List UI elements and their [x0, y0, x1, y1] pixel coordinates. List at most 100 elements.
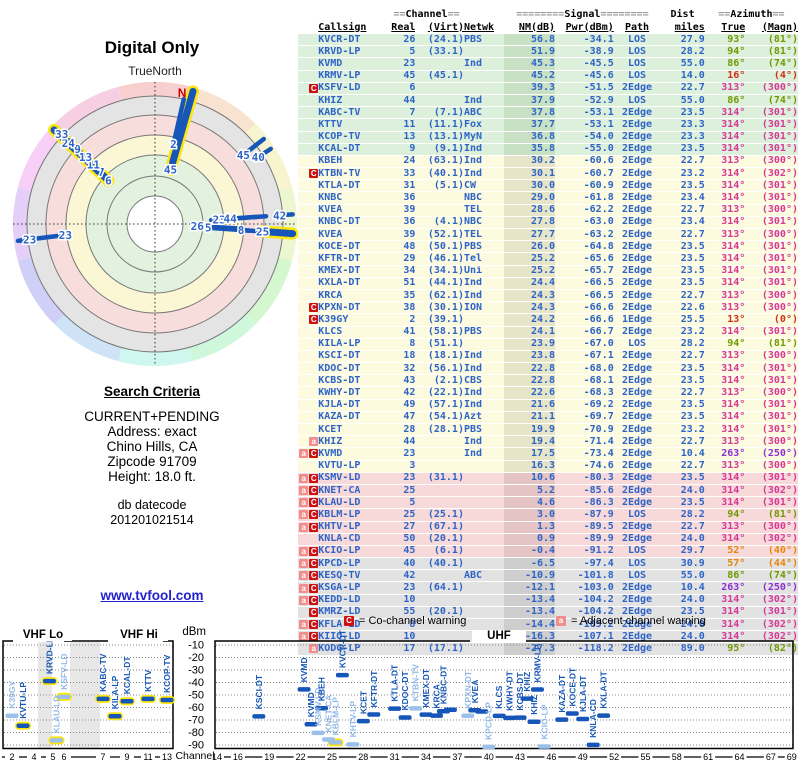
signal-point-label: KNLA-CD [588, 699, 598, 738]
real-channel: 24 [389, 156, 416, 169]
distance-miles: 23.5 [660, 412, 705, 424]
path: 2Edge [613, 387, 661, 400]
virtual-channel: (13.1) [415, 132, 464, 144]
table-row: KJLA-DT 49 (57.1) Ind 21.6 -69.2 2Edge 23.5 314°… [298, 399, 798, 412]
signal-point-label: KHIZ [522, 672, 532, 692]
azimuth-true: 314° [704, 278, 746, 290]
azimuth-true: 314° [704, 144, 746, 156]
virtual-channel: (18.1) [415, 351, 464, 364]
network: Ind [463, 436, 505, 449]
virtual-channel: (11.1) [415, 119, 464, 132]
callsign: KNLA-CD [318, 534, 390, 546]
radar-channel-label: 8 [238, 224, 245, 237]
callsign: KTLA-DT [318, 180, 390, 193]
virtual-channel: (4.1) [415, 217, 464, 229]
virtual-channel: (33.1) [415, 46, 464, 59]
distance-miles: 27.9 [660, 34, 705, 47]
table-row: KILA-LP 8 (51.1) 23.9 -67.0 LOS 28.2 94° (81°) [298, 338, 798, 351]
tvfool-link[interactable]: www.tvfool.com [100, 588, 203, 603]
azimuth-true: 313° [704, 461, 746, 473]
power-dbm: -51.5 [555, 83, 614, 95]
x-tick-label: 28 [358, 752, 368, 762]
nm-db: 25.2 [504, 253, 556, 266]
callsign: KSGA-LP [318, 582, 390, 595]
signal-bar [443, 707, 457, 713]
real-channel: 49 [389, 400, 416, 412]
network: Ind [463, 144, 505, 156]
co-channel-warning-icon: C [309, 303, 319, 313]
distance-miles: 23.5 [660, 266, 705, 278]
power-dbm: -89.9 [555, 534, 614, 546]
nm-db: 30.2 [504, 155, 556, 169]
warning-badges [298, 375, 319, 388]
co-channel-warning-icon: C [309, 83, 319, 93]
azimuth-magnetic: (301°) [745, 473, 798, 485]
power-dbm: -63.0 [555, 217, 614, 229]
distance-miles: 23.5 [660, 253, 705, 266]
signal-point-label: KAZA-DT [557, 674, 567, 713]
callsign: KSCI-DT [318, 351, 390, 364]
virtual-channel: (64.1) [415, 582, 464, 595]
power-dbm: -60.7 [555, 168, 614, 181]
warning-badges [298, 266, 319, 278]
callsign: KBEH [318, 156, 390, 169]
table-row: KWHY-DT 42 (22.1) Ind 22.6 -68.3 2Edge 22.7 313°… [298, 387, 798, 400]
signal-bar [586, 742, 600, 748]
warning-badges: aC [298, 473, 319, 485]
real-channel: 39 [389, 229, 416, 242]
nm-db: 4.6 [504, 497, 556, 510]
power-dbm: -97.4 [555, 558, 614, 571]
power-dbm: -61.8 [555, 192, 614, 205]
azimuth-true: 314° [704, 424, 746, 437]
network: NBC [463, 217, 505, 229]
azimuth-magnetic: (301°) [745, 375, 798, 388]
real-channel: 27 [389, 522, 416, 534]
power-dbm: -66.7 [555, 327, 614, 339]
virtual-channel: (50.1) [415, 241, 464, 254]
real-channel: 32 [389, 363, 416, 376]
x-tick-label: 19 [264, 752, 274, 762]
azimuth-true: 314° [704, 253, 746, 266]
path: 2Edge [613, 168, 661, 181]
co-channel-warning-icon: C [309, 498, 319, 508]
path: 2Edge [613, 448, 661, 461]
power-dbm: -55.0 [555, 144, 614, 156]
table-row: KVEA 39 (52.1) TEL 27.7 -63.2 2Edge 22.7 313° (30… [298, 229, 798, 242]
signal-point-label: KCOP-TV [162, 654, 172, 693]
warning-badges [298, 229, 319, 242]
distance-miles: 28.2 [660, 339, 705, 351]
power-dbm: -64.8 [555, 241, 614, 254]
callsign: KWHY-DT [318, 387, 390, 400]
signal-point-label: KTLA-DT [390, 664, 400, 702]
azimuth-magnetic: (74°) [745, 58, 798, 71]
network [463, 46, 505, 59]
adjacent-channel-warning-icon: a [299, 571, 309, 581]
y-axis-label: dBm [182, 626, 206, 638]
signal-point-label: KTBN-TV [411, 664, 421, 702]
azimuth-true: 52° [704, 546, 746, 559]
header-spacer [464, 8, 504, 21]
band-label-uhf: UHF [472, 630, 526, 642]
signal-bar [43, 678, 56, 684]
network [463, 314, 505, 327]
path: 2Edge [613, 412, 661, 424]
network: Ind [463, 168, 505, 181]
path: 2Edge [613, 266, 661, 278]
warning-badges [298, 34, 319, 47]
distance-miles: 22.6 [660, 302, 705, 315]
radar-chart-container: 45 2 45 40 26 5 23 44 8 25 42 23 23 6 7 11 13 9 24 33 N [5, 74, 305, 374]
co-channel-warning-icon: C [309, 473, 319, 483]
azimuth-magnetic: (302°) [745, 534, 798, 546]
warning-badges [298, 241, 319, 254]
azimuth-true: 314° [704, 217, 746, 229]
power-dbm: -91.2 [555, 546, 614, 559]
network: Ind [463, 290, 505, 303]
power-dbm: -104.2 [555, 595, 614, 607]
path: 2Edge [613, 595, 661, 607]
path: 2Edge [613, 522, 661, 534]
path: 2Edge [613, 180, 661, 193]
path: 2Edge [613, 253, 661, 266]
signal-bar [513, 715, 527, 720]
signal-bar [108, 713, 122, 719]
real-channel: 44 [389, 95, 416, 108]
